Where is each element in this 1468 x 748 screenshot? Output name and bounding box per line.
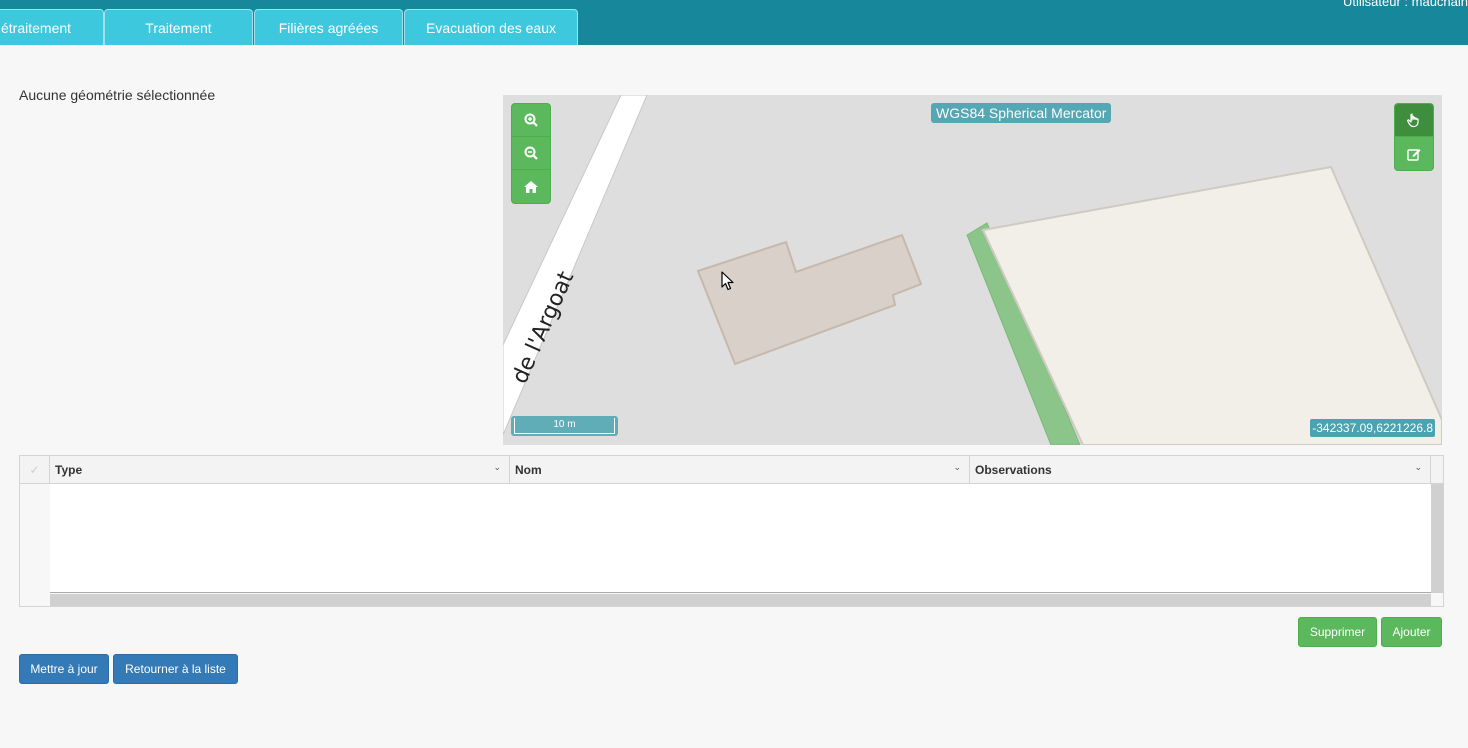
horizontal-scrollbar[interactable] <box>50 594 1431 606</box>
grid-body <box>50 484 1431 593</box>
back-to-list-button[interactable]: Retourner à la liste <box>113 654 238 684</box>
scale-bar: 10 m <box>511 416 618 436</box>
zoom-in-icon <box>524 113 538 127</box>
home-button[interactable] <box>512 170 550 203</box>
projection-label: WGS84 Spherical Mercator <box>931 103 1112 123</box>
column-header-type[interactable]: Type ⌄ <box>50 456 510 484</box>
edit-icon <box>1407 148 1421 161</box>
pointer-tool-button[interactable] <box>1395 104 1433 137</box>
zoom-out-button[interactable] <box>512 137 550 170</box>
checkmark-icon: ✓ <box>29 463 40 477</box>
scale-bar-label: 10 m <box>514 418 615 434</box>
chevron-down-icon[interactable]: ⌄ <box>953 462 961 473</box>
edit-tool-button[interactable] <box>1395 137 1433 170</box>
tab-evacuation-des-eaux[interactable]: Evacuation des eaux <box>404 9 578 45</box>
tab-filieres-agreees[interactable]: Filières agréées <box>254 9 403 45</box>
map-base-layer: de l'Argoat <box>503 95 1442 445</box>
update-button[interactable]: Mettre à jour <box>19 654 109 684</box>
zoom-out-icon <box>524 146 538 160</box>
column-header-nom[interactable]: Nom ⌄ <box>510 456 970 484</box>
zoom-in-button[interactable] <box>512 104 550 137</box>
tab-traitement[interactable]: Traitement <box>104 9 253 45</box>
no-geometry-selected-text: Aucune géométrie sélectionnée <box>19 87 216 103</box>
column-header-label: Nom <box>515 463 542 477</box>
top-navigation-bar: Utilisateur : mauchain étraitement Trait… <box>0 0 1468 45</box>
vertical-scrollbar[interactable] <box>1431 484 1443 593</box>
interaction-controls <box>1394 103 1434 171</box>
column-header-observations[interactable]: Observations ⌄ <box>970 456 1431 484</box>
mouse-coordinates: -342337.09,6221226.8 <box>1310 419 1435 437</box>
chevron-down-icon[interactable]: ⌄ <box>1414 462 1422 473</box>
add-button[interactable]: Ajouter <box>1381 617 1442 647</box>
grid-header: ✓ Type ⌄ Nom ⌄ Observations ⌄ <box>20 456 1443 484</box>
select-all-checkbox[interactable]: ✓ <box>20 456 50 484</box>
delete-button[interactable]: Supprimer <box>1298 617 1377 647</box>
mouse-cursor-icon <box>721 271 734 291</box>
data-grid: ✓ Type ⌄ Nom ⌄ Observations ⌄ <box>19 455 1444 607</box>
map-viewer[interactable]: de l'Argoat WGS84 Spherical Mercator 10 … <box>503 95 1442 445</box>
user-label: Utilisateur : mauchain <box>1343 0 1468 9</box>
pointer-hand-icon <box>1407 113 1419 128</box>
column-header-label: Observations <box>975 463 1052 477</box>
chevron-down-icon[interactable]: ⌄ <box>493 462 501 473</box>
home-icon <box>524 180 538 193</box>
tab-pretraitement[interactable]: étraitement <box>0 9 104 45</box>
zoom-controls <box>511 103 551 204</box>
column-header-label: Type <box>55 463 83 477</box>
